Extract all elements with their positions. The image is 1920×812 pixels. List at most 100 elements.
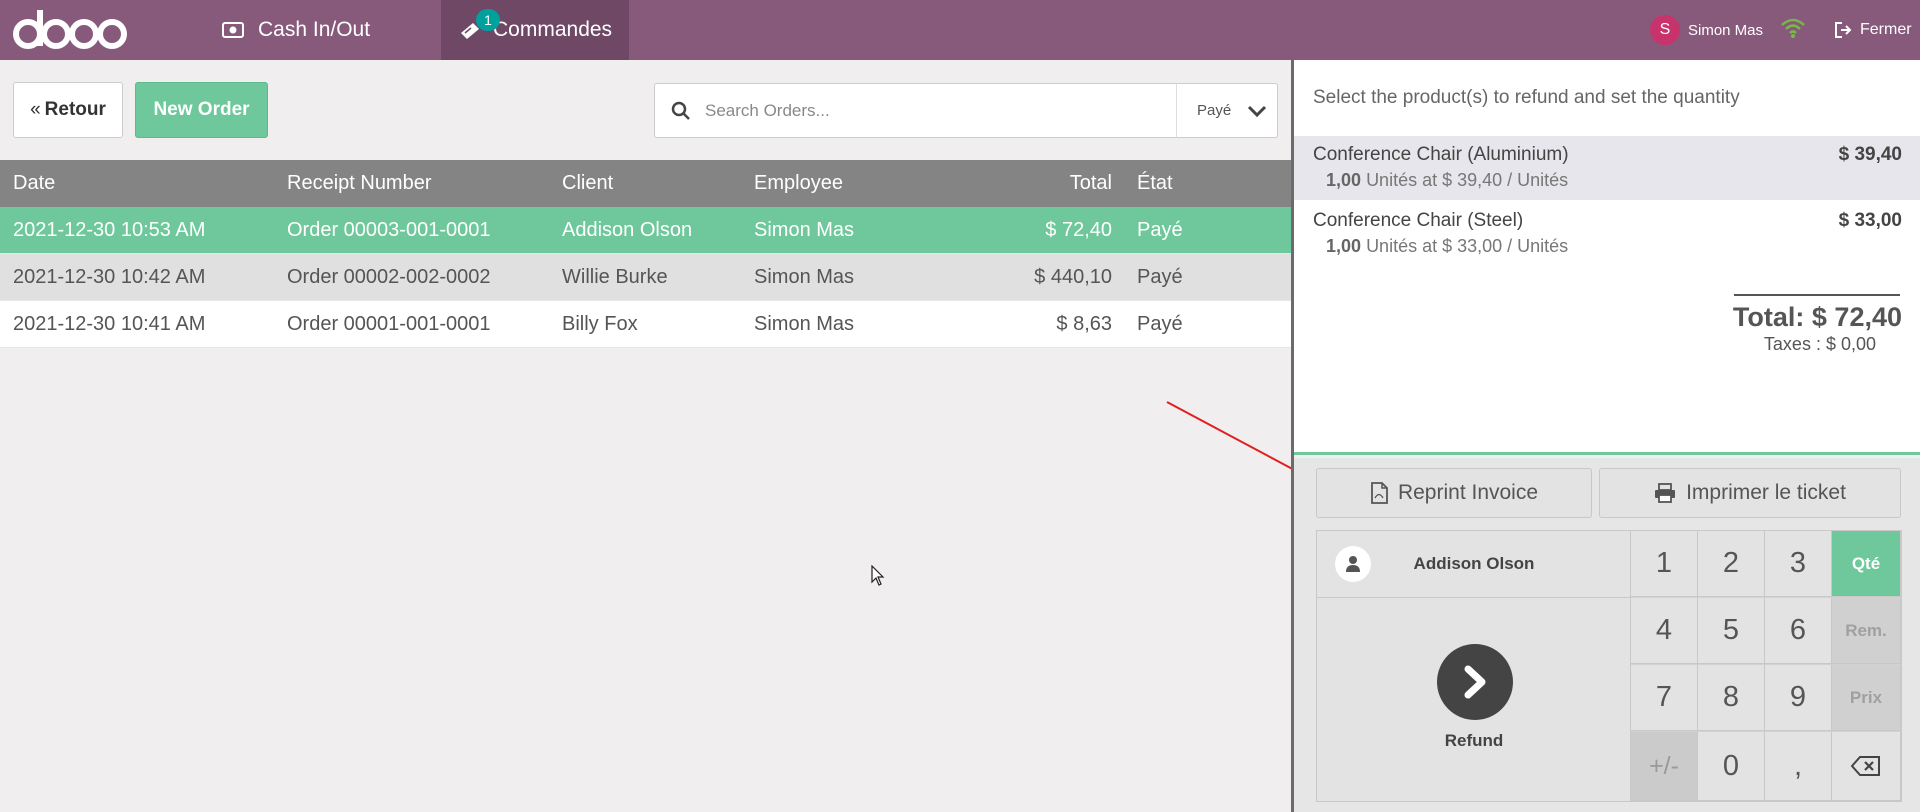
row-date: 2021-12-30 10:41 AM [13, 313, 206, 335]
mode-discount-button[interactable]: Rem. [1832, 598, 1901, 664]
numpad-key-4[interactable]: 4 [1631, 598, 1698, 664]
back-label: Retour [44, 99, 106, 120]
orders-tab[interactable]: 1 Commandes [441, 0, 629, 60]
row-total: $ 440,10 [1034, 266, 1112, 288]
orderline-product-name: Conference Chair (Aluminium) [1313, 144, 1569, 165]
row-receipt: Order 00001-001-0001 [287, 313, 491, 335]
row-date: 2021-12-30 10:42 AM [13, 266, 206, 288]
backspace-icon [1851, 756, 1881, 776]
mode-quantity-button[interactable]: Qté [1832, 531, 1901, 597]
numpad-area: Addison Olson Refund 1 2 3 Qté 4 5 6 Rem… [1316, 530, 1902, 802]
row-client: Willie Burke [562, 266, 668, 288]
cashier-selector[interactable]: S Simon Mas [1650, 0, 1763, 60]
action-pad: Reprint Invoice Imprimer le ticket Addis… [1294, 458, 1920, 812]
orderline-info: 1,00 Unités at $ 39,40 / Unités [1326, 170, 1568, 191]
orderline-product-name: Conference Chair (Steel) [1313, 210, 1524, 231]
state-filter-value: Payé [1197, 102, 1232, 119]
pdf-file-icon [1370, 482, 1388, 504]
numpad-key-1[interactable]: 1 [1631, 531, 1698, 597]
orderline-item[interactable]: Conference Chair (Steel) $ 33,00 1,00 Un… [1294, 202, 1920, 266]
search-icon [671, 101, 691, 121]
table-header: Date Receipt Number Client Employee Tota… [0, 160, 1291, 207]
close-label: Fermer [1860, 21, 1912, 38]
orders-count-badge: 1 [476, 9, 500, 31]
orders-tab-label: Commandes [493, 18, 613, 41]
row-client: Billy Fox [562, 313, 638, 335]
numpad-key-comma[interactable]: , [1765, 732, 1832, 801]
top-navbar: odoo Cash In/Out 1 Commandes S Simon Mas [0, 0, 1920, 60]
cash-in-out-button[interactable]: Cash In/Out [222, 0, 370, 60]
chevron-down-icon [1247, 104, 1267, 118]
mode-price-button[interactable]: Prix [1832, 665, 1901, 731]
numpad-key-7[interactable]: 7 [1631, 665, 1698, 731]
print-receipt-button[interactable]: Imprimer le ticket [1599, 468, 1901, 518]
receipt-icon: 1 [459, 9, 500, 41]
refund-hint: Select the product(s) to refund and set … [1313, 87, 1740, 108]
orderline-qty: 1,00 [1326, 170, 1362, 190]
header-date: Date [13, 172, 56, 194]
row-employee: Simon Mas [754, 219, 855, 241]
numpad-key-5[interactable]: 5 [1698, 598, 1765, 664]
header-client: Client [562, 172, 614, 194]
search-bar[interactable] [654, 83, 1178, 138]
table-row[interactable]: 2021-12-30 10:42 AM Order 00002-002-0002… [0, 254, 1291, 301]
order-taxes: Taxes : $ 0,00 [1763, 334, 1876, 354]
orderline-price: $ 39,40 [1838, 144, 1902, 165]
table-row[interactable]: 2021-12-30 10:41 AM Order 00001-001-0001… [0, 301, 1291, 348]
refund-button[interactable]: Refund [1317, 598, 1631, 801]
header-receipt-number: Receipt Number [287, 172, 432, 194]
orderline-item[interactable]: Conference Chair (Aluminium) $ 39,40 1,0… [1294, 136, 1920, 200]
header-state: État [1137, 172, 1173, 194]
numpad-key-sign[interactable]: +/- [1631, 732, 1698, 801]
customer-name: Addison Olson [1413, 554, 1535, 573]
orderline-price: $ 33,00 [1838, 210, 1902, 231]
row-employee: Simon Mas [754, 266, 855, 288]
orderline-qty: 1,00 [1326, 236, 1362, 256]
table-row[interactable]: 2021-12-30 10:53 AM Order 00003-001-0001… [0, 207, 1291, 254]
numpad-key-3[interactable]: 3 [1765, 531, 1832, 597]
row-receipt: Order 00002-002-0002 [287, 266, 491, 288]
wifi-icon[interactable] [1780, 17, 1806, 44]
money-icon [222, 22, 244, 38]
state-filter-select[interactable]: Payé [1176, 83, 1278, 138]
numpad-key-2[interactable]: 2 [1698, 531, 1765, 597]
numpad-key-8[interactable]: 8 [1698, 665, 1765, 731]
refund-label: Refund [1444, 731, 1504, 750]
orderline-unit-info: Unités at $ 39,40 / Unités [1366, 170, 1569, 190]
odoo-logo: odoo [13, 10, 127, 49]
order-detail-panel: Select the product(s) to refund and set … [1294, 60, 1920, 455]
sign-out-icon [1834, 21, 1854, 39]
row-total: $ 72,40 [1045, 219, 1112, 241]
row-total: $ 8,63 [1056, 313, 1112, 335]
print-receipt-label: Imprimer le ticket [1686, 481, 1846, 504]
search-input[interactable] [705, 94, 1115, 128]
header-total: Total [1069, 172, 1112, 194]
mouse-cursor-icon [871, 565, 885, 586]
total-divider [1734, 294, 1900, 296]
numpad-backspace-button[interactable] [1832, 732, 1901, 801]
orders-table: Date Receipt Number Client Employee Tota… [0, 160, 1291, 348]
row-receipt: Order 00003-001-0001 [287, 219, 491, 241]
set-customer-button[interactable]: Addison Olson [1317, 531, 1631, 598]
printer-icon [1654, 483, 1676, 503]
row-state: Payé [1137, 266, 1183, 288]
order-total: Total: $ 72,40 [1732, 302, 1902, 332]
new-order-button[interactable]: New Order [135, 82, 268, 138]
row-state: Payé [1137, 313, 1183, 335]
row-state: Payé [1137, 219, 1183, 241]
header-employee: Employee [754, 172, 843, 194]
reprint-invoice-button[interactable]: Reprint Invoice [1316, 468, 1592, 518]
numpad-key-9[interactable]: 9 [1765, 665, 1832, 731]
row-employee: Simon Mas [754, 313, 855, 335]
avatar: S [1650, 15, 1680, 45]
cash-in-out-label: Cash In/Out [258, 18, 371, 41]
reprint-invoice-label: Reprint Invoice [1397, 481, 1539, 504]
orderline-info: 1,00 Unités at $ 33,00 / Unités [1326, 236, 1568, 257]
numpad-key-6[interactable]: 6 [1765, 598, 1832, 664]
orderline-unit-info: Unités at $ 33,00 / Unités [1366, 236, 1569, 256]
row-client: Addison Olson [562, 219, 693, 241]
row-date: 2021-12-30 10:53 AM [13, 219, 206, 241]
numpad-key-0[interactable]: 0 [1698, 732, 1765, 801]
back-button[interactable]: « Retour [13, 82, 123, 138]
close-session-button[interactable]: Fermer [1834, 0, 1912, 60]
